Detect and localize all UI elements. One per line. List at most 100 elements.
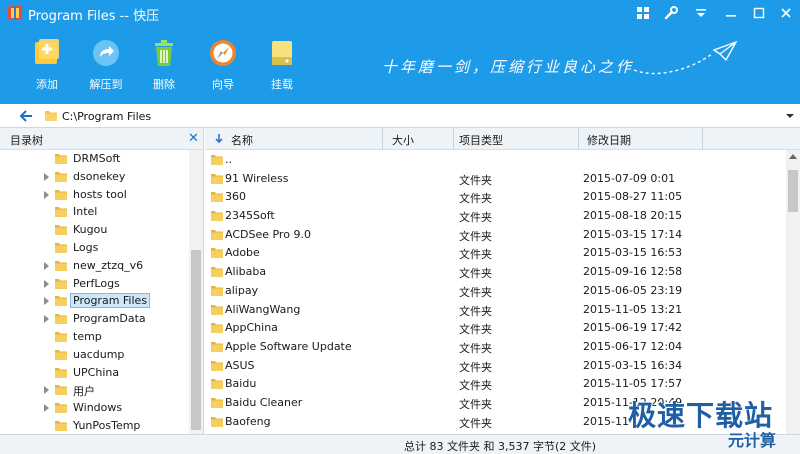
file-row[interactable]: 360 文件夹 2015-08-27 11:05 xyxy=(205,187,785,206)
tree-item[interactable]: uacdump xyxy=(0,346,188,364)
status-text: 总计 83 文件夹 和 3,537 字节(2 文件) xyxy=(404,440,597,453)
file-name: Baidu Cleaner xyxy=(225,395,303,409)
file-name: .. xyxy=(225,153,232,166)
tree-item-label: Logs xyxy=(73,240,99,254)
watermark-sub: 元计算 xyxy=(728,431,777,450)
tree-item[interactable]: hosts tool xyxy=(0,186,188,204)
file-row[interactable]: AliWangWang 文件夹 2015-11-05 13:21 xyxy=(205,300,785,319)
address-path-input[interactable]: C:\Program Files xyxy=(62,110,151,123)
file-row[interactable]: ASUS 文件夹 2015-03-15 16:34 xyxy=(205,356,785,375)
folder-icon xyxy=(210,173,224,188)
file-row[interactable]: Adobe 文件夹 2015-03-15 16:53 xyxy=(205,243,785,262)
folder-icon xyxy=(210,229,224,244)
expand-arrow-icon[interactable] xyxy=(44,172,49,181)
tree-item[interactable]: Windows xyxy=(0,399,188,417)
file-date: 2015-08-18 20:15 xyxy=(583,209,683,223)
expand-arrow-icon[interactable] xyxy=(44,297,49,306)
file-row[interactable]: alipay 文件夹 2015-06-05 23:19 xyxy=(205,281,785,300)
tree-item[interactable]: dsonekey xyxy=(0,168,188,186)
tree-item-label: Kugou xyxy=(73,223,108,237)
trash-icon xyxy=(149,38,179,68)
address-dropdown-icon[interactable] xyxy=(785,110,795,123)
file-row[interactable]: 91 Wireless 文件夹 2015-07-09 0:01 xyxy=(205,169,785,188)
tree-item[interactable]: YunPosTemp xyxy=(0,417,188,434)
tree-item[interactable]: Logs xyxy=(0,239,188,257)
folder-icon xyxy=(210,360,224,375)
folder-icon xyxy=(54,420,68,434)
minimize-icon[interactable] xyxy=(722,4,740,22)
tree-item[interactable]: Intel xyxy=(0,203,188,221)
maximize-icon[interactable] xyxy=(750,4,768,22)
column-size[interactable]: 大小 xyxy=(392,132,414,148)
folder-icon xyxy=(54,295,68,310)
tree-item[interactable]: new_ztzq_v6 xyxy=(0,257,188,275)
folder-icon xyxy=(210,247,224,262)
file-type: 文件夹 xyxy=(459,192,492,206)
compass-icon xyxy=(208,38,238,68)
file-row[interactable]: Baidu 文件夹 2015-11-05 17:57 xyxy=(205,374,785,393)
tree-item[interactable]: PerfLogs xyxy=(0,275,188,293)
file-row[interactable]: 2345Soft 文件夹 2015-08-18 20:15 xyxy=(205,206,785,225)
tree-item[interactable]: DRMSoft xyxy=(0,150,188,168)
file-list-scrollbar[interactable] xyxy=(786,150,800,434)
tree-item-label: YunPosTemp xyxy=(73,418,141,432)
tree-item[interactable]: ProgramData xyxy=(0,310,188,328)
address-bar: C:\Program Files xyxy=(0,104,800,128)
file-list-panel: 名称 大小 项目类型 修改日期 .. 91 Wireless 文件夹 2015-07-… xyxy=(205,128,800,434)
folder-icon xyxy=(54,171,68,186)
top-header: Program Files -- 快压 添加 解压到 删除 向导 挂载 十年磨一… xyxy=(0,0,800,104)
mount-disk-icon xyxy=(267,38,297,68)
file-type: 文件夹 xyxy=(459,248,492,262)
column-name[interactable]: 名称 xyxy=(231,132,253,148)
folder-icon xyxy=(54,278,68,293)
mount-button[interactable]: 挂载 xyxy=(256,38,308,92)
file-name: 91 Wireless xyxy=(225,171,289,185)
file-name: Apple Software Update xyxy=(225,339,352,353)
expand-arrow-icon[interactable] xyxy=(44,279,49,288)
slogan-text: 十年磨一剑，压缩行业良心之作 xyxy=(382,58,635,76)
folder-icon xyxy=(210,304,224,319)
file-date: 2015-11-05 17:57 xyxy=(583,377,683,391)
skin-grid-icon[interactable] xyxy=(634,4,652,22)
tree-item[interactable]: Kugou xyxy=(0,221,188,239)
expand-arrow-icon[interactable] xyxy=(44,190,49,199)
file-row[interactable]: .. xyxy=(205,150,785,169)
extract-to-button[interactable]: 解压到 xyxy=(80,38,132,92)
file-type: 文件夹 xyxy=(459,229,492,243)
wizard-label: 向导 xyxy=(212,78,234,91)
settings-wrench-icon[interactable] xyxy=(662,4,680,22)
expand-arrow-icon[interactable] xyxy=(44,404,49,413)
tree-item[interactable]: temp xyxy=(0,328,188,346)
tree-item[interactable]: 用户 xyxy=(0,381,188,399)
delete-button[interactable]: 删除 xyxy=(138,38,190,92)
file-date: 2015-06-19 17:42 xyxy=(583,321,683,335)
folder-icon xyxy=(210,322,224,337)
file-type: 文件夹 xyxy=(459,416,492,430)
folder-icon xyxy=(54,153,68,168)
file-date: 2015-08-27 11:05 xyxy=(583,190,683,204)
column-date[interactable]: 修改日期 xyxy=(587,132,631,148)
tree-item-label: Windows xyxy=(73,401,123,415)
file-row[interactable]: Apple Software Update 文件夹 2015-06-17 12:04 xyxy=(205,337,785,356)
tree-close-icon[interactable]: ✕ xyxy=(188,131,199,146)
file-name: ACDSee Pro 9.0 xyxy=(225,227,311,241)
tree-item[interactable]: UPChina xyxy=(0,364,188,382)
expand-arrow-icon[interactable] xyxy=(44,315,49,324)
column-type[interactable]: 项目类型 xyxy=(459,132,503,148)
tree-scrollbar[interactable] xyxy=(189,150,203,434)
expand-arrow-icon[interactable] xyxy=(44,386,49,395)
tree-header: 目录树 ✕ xyxy=(0,128,203,150)
close-icon[interactable] xyxy=(777,4,795,22)
tree-item[interactable]: Program Files xyxy=(0,292,188,310)
file-row[interactable]: AppChina 文件夹 2015-06-19 17:42 xyxy=(205,318,785,337)
add-button[interactable]: 添加 xyxy=(21,38,73,92)
file-row[interactable]: Alibaba 文件夹 2015-09-16 12:58 xyxy=(205,262,785,281)
menu-dropdown-icon[interactable] xyxy=(692,4,710,22)
sort-arrow-icon xyxy=(215,133,223,146)
file-row[interactable]: ACDSee Pro 9.0 文件夹 2015-03-15 17:14 xyxy=(205,225,785,244)
wizard-button[interactable]: 向导 xyxy=(197,38,249,92)
file-type: 文件夹 xyxy=(459,379,492,393)
file-name: AppChina xyxy=(225,321,278,335)
expand-arrow-icon[interactable] xyxy=(44,261,49,270)
back-arrow-icon[interactable] xyxy=(18,108,34,127)
